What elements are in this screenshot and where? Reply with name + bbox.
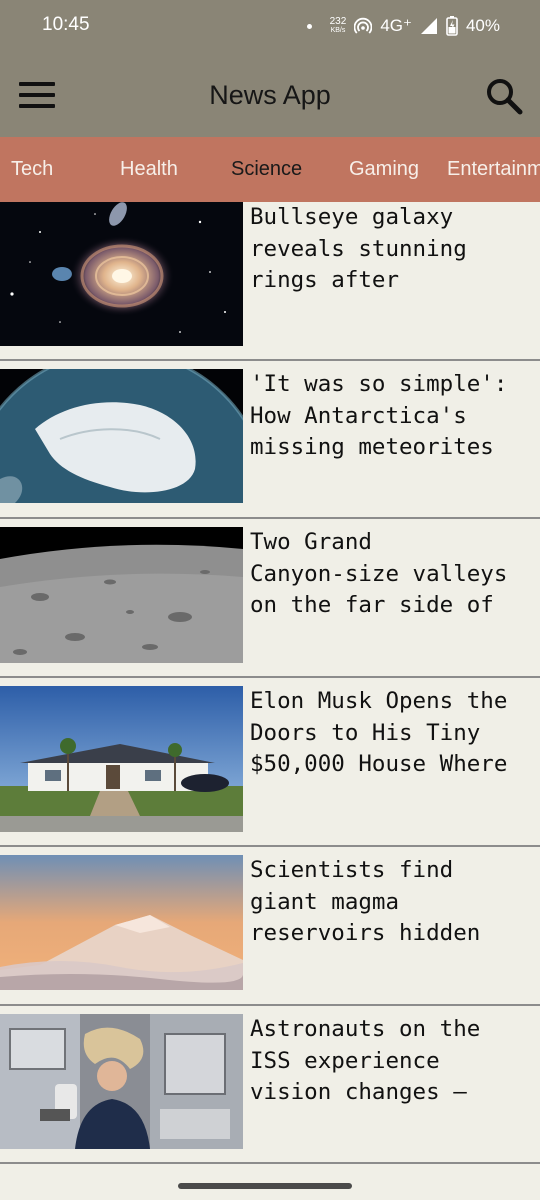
battery-percent: 40% [465,16,500,35]
divider [0,1162,540,1164]
news-item-volcano[interactable]: Scientists find giant magma reservoirs h… [0,855,540,1013]
network-speed: 232 KB/s [330,17,347,35]
page-title: News App [209,80,331,110]
news-item-antarctica[interactable]: 'It was so simple': How Antarctica's mis… [0,369,540,527]
category-tabs: Tech Health Science Gaming Entertainm [0,137,540,202]
news-headline: Astronauts on the ISS experience vision … [250,1016,481,1105]
news-item-moon[interactable]: Two Grand Canyon-size valleys on the far… [0,527,540,685]
battery-icon [446,16,458,36]
astronaut-thumbnail [0,1014,243,1149]
app-bar: News App [0,52,540,137]
notification-dot-icon [306,23,312,29]
status-time: 10:45 [42,14,90,35]
signal-icon [420,18,437,34]
status-icons: 232 KB/s 4G⁺ 40% [306,14,500,38]
network-type: 4G⁺ [380,16,412,35]
hotspot-icon [354,17,373,34]
divider [0,676,540,678]
news-headline: Bullseye galaxy reveals stunning rings a… [250,204,467,293]
news-headline: 'It was so simple': How Antarctica's mis… [250,371,508,460]
news-headline: Two Grand Canyon-size valleys on the far… [250,529,508,618]
antarctica-thumbnail [0,369,243,503]
galaxy-thumbnail [0,202,243,346]
divider [0,359,540,361]
moon-surface-thumbnail [0,527,243,663]
news-item-iss[interactable]: Astronauts on the ISS experience vision … [0,1014,540,1172]
tab-entertainment[interactable]: Entertainm [447,158,540,181]
news-item-galaxy[interactable]: Bullseye galaxy reveals stunning rings a… [0,202,540,360]
tab-gaming[interactable]: Gaming [349,158,419,181]
tab-science[interactable]: Science [231,158,302,181]
news-item-house[interactable]: Elon Musk Opens the Doors to His Tiny $5… [0,686,540,844]
network-speed-unit: KB/s [330,27,346,34]
network-speed-value: 232 [329,16,347,27]
tab-health[interactable]: Health [120,158,178,181]
house-thumbnail [0,686,243,832]
gesture-navigation-bar[interactable] [178,1183,352,1189]
search-icon[interactable] [484,76,524,116]
divider [0,1004,540,1006]
news-headline: Scientists find giant magma reservoirs h… [250,857,481,946]
volcano-thumbnail [0,855,243,990]
status-bar: 10:45 232 KB/s 4G⁺ 40% [0,0,540,52]
tab-tech[interactable]: Tech [11,158,53,181]
divider [0,517,540,519]
divider [0,845,540,847]
news-headline: Elon Musk Opens the Doors to His Tiny $5… [250,688,508,777]
